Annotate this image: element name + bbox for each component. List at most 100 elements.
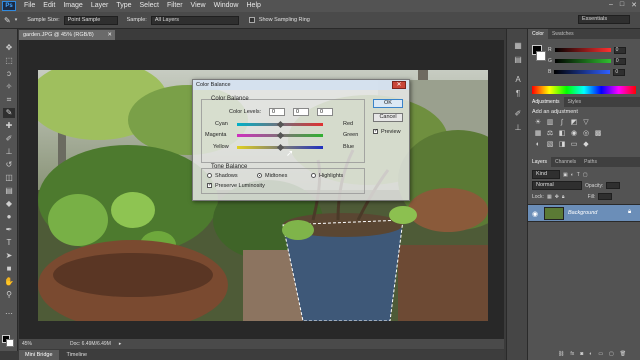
opacity-value[interactable] (606, 182, 621, 189)
dialog-close-icon[interactable]: ✕ (392, 81, 406, 89)
blur-tool-icon[interactable]: ◆ (3, 199, 15, 209)
midtones-radio[interactable] (257, 173, 262, 178)
tab-mini-bridge[interactable]: Mini Bridge (19, 350, 59, 360)
lock-pixels-icon[interactable]: ▦ (547, 194, 552, 200)
cancel-button[interactable]: Cancel (373, 113, 403, 122)
menu-type[interactable]: Type (112, 0, 135, 12)
crop-tool-icon[interactable]: ⌗ (3, 95, 15, 105)
new-layer-icon[interactable]: ▢ (609, 351, 614, 357)
filter-type-icon[interactable]: T (577, 172, 580, 178)
show-sampling-ring-checkbox[interactable] (248, 17, 255, 23)
tab-channels[interactable]: Channels (551, 157, 580, 167)
menu-edit[interactable]: Edit (39, 0, 59, 12)
blend-mode-select[interactable]: Normal (532, 181, 582, 190)
history-brush-tool-icon[interactable]: ↺ (3, 160, 15, 170)
shadows-radio[interactable] (207, 173, 212, 178)
shape-tool-icon[interactable]: ■ (3, 264, 15, 274)
marquee-tool-icon[interactable]: ⬚ (3, 56, 15, 66)
menu-select[interactable]: Select (136, 0, 163, 12)
lock-position-icon[interactable]: ✥ (555, 194, 559, 200)
lasso-tool-icon[interactable]: ↄ (3, 69, 15, 79)
clone-stamp-tool-icon[interactable]: ⊥ (3, 147, 15, 157)
visibility-eye-icon[interactable]: ◉ (532, 210, 538, 218)
properties-panel-icon[interactable]: ▤ (513, 55, 523, 65)
brightness-contrast-icon[interactable]: ☀ (534, 119, 542, 127)
dialog-title[interactable]: Color Balance (193, 80, 409, 90)
menu-filter[interactable]: Filter (163, 0, 187, 12)
tab-swatches[interactable]: Swatches (548, 29, 578, 39)
move-tool-icon[interactable]: ✥ (3, 43, 15, 53)
preserve-luminosity-checkbox[interactable]: ✓ (207, 183, 212, 188)
blue-slider[interactable] (554, 70, 611, 74)
channel-mixer-icon[interactable]: ◎ (582, 130, 590, 138)
minimize-icon[interactable]: – (609, 1, 613, 9)
layer-name[interactable]: Background (568, 210, 597, 216)
green-value[interactable]: 0 (613, 57, 626, 65)
close-icon[interactable]: ✕ (631, 1, 637, 9)
menu-help[interactable]: Help (243, 0, 265, 12)
tab-paths[interactable]: Paths (580, 157, 601, 167)
clone-source-panel-icon[interactable]: ⊥ (513, 123, 523, 133)
lock-all-icon[interactable]: 🔒︎ (562, 194, 565, 200)
highlights-radio[interactable] (311, 173, 316, 178)
tab-color[interactable]: Color (528, 29, 548, 39)
gradient-tool-icon[interactable]: ▤ (3, 186, 15, 196)
sample-select[interactable]: All Layers (150, 15, 239, 25)
sample-size-select[interactable]: Point Sample (63, 15, 118, 25)
menu-layer[interactable]: Layer (87, 0, 113, 12)
color-balance-icon[interactable]: ⚖ (546, 130, 554, 138)
path-selection-tool-icon[interactable]: ➤ (3, 251, 15, 261)
black-white-icon[interactable]: ◧ (558, 130, 566, 138)
new-adjustment-icon[interactable]: ◐ (589, 351, 592, 357)
healing-brush-tool-icon[interactable]: ✚ (3, 121, 15, 131)
tab-layers[interactable]: Layers (528, 157, 552, 167)
paragraph-panel-icon[interactable]: ¶ (513, 89, 523, 99)
red-value[interactable]: 0 (613, 46, 626, 54)
dodge-tool-icon[interactable]: ● (3, 212, 15, 222)
eyedropper-tool-icon[interactable]: ✎ (3, 108, 15, 118)
hue-saturation-icon[interactable]: ▦ (534, 130, 542, 138)
level-cyan-red-input[interactable]: 0 (269, 108, 285, 116)
zoom-tool-icon[interactable]: ⚲ (3, 290, 15, 300)
color-background-swatch[interactable] (536, 51, 546, 61)
photo-filter-icon[interactable]: ◉ (570, 130, 578, 138)
maximize-icon[interactable]: □ (620, 1, 624, 9)
vibrance-icon[interactable]: ▽ (582, 119, 590, 127)
close-tab-icon[interactable]: ✕ (107, 30, 112, 40)
level-magenta-green-input[interactable]: 0 (293, 108, 309, 116)
layer-style-icon[interactable]: fx (570, 351, 574, 357)
green-slider[interactable] (554, 59, 611, 63)
blue-value[interactable]: 0 (613, 68, 626, 76)
type-tool-icon[interactable]: T (3, 238, 15, 248)
brush-panel-icon[interactable]: ✐ (513, 109, 523, 119)
menu-image[interactable]: Image (59, 0, 86, 12)
fill-value[interactable] (598, 193, 613, 200)
levels-icon[interactable]: ▥ (546, 119, 554, 127)
exposure-icon[interactable]: ◩ (570, 119, 578, 127)
hand-tool-icon[interactable]: ✋ (3, 277, 15, 287)
history-panel-icon[interactable]: ▦ (513, 41, 523, 51)
character-panel-icon[interactable]: A (513, 75, 523, 85)
tab-timeline[interactable]: Timeline (61, 350, 94, 360)
tab-adjustments[interactable]: Adjustments (528, 97, 564, 107)
invert-icon[interactable]: ◐ (534, 141, 542, 149)
red-slider[interactable] (554, 48, 611, 52)
pen-tool-icon[interactable]: ✒ (3, 225, 15, 235)
link-layers-icon[interactable]: ⛓ (558, 351, 564, 357)
curves-icon[interactable]: ∫ (558, 119, 566, 127)
quick-select-tool-icon[interactable]: ✧ (3, 82, 15, 92)
layer-filter-select[interactable]: Kind (532, 170, 560, 179)
filter-pixel-icon[interactable]: ▣ (563, 172, 568, 178)
threshold-icon[interactable]: ◨ (558, 141, 566, 149)
document-tab[interactable]: garden.JPG @ 45% (RGB/8) ✕ (19, 30, 115, 40)
zoom-level[interactable]: 45% (22, 341, 32, 347)
gradient-map-icon[interactable]: ▭ (570, 141, 578, 149)
tool-preset-chevron-icon[interactable]: ▾ (15, 17, 18, 23)
status-menu-chevron-icon[interactable]: ▸ (119, 341, 122, 347)
eyedropper-tool-icon[interactable]: ✎ (4, 16, 11, 25)
workspace-select[interactable]: Essentials (578, 15, 630, 24)
posterize-icon[interactable]: ▧ (546, 141, 554, 149)
color-lookup-icon[interactable]: ▩ (594, 130, 602, 138)
menu-view[interactable]: View (187, 0, 210, 12)
color-spectrum-ramp[interactable] (532, 86, 636, 94)
